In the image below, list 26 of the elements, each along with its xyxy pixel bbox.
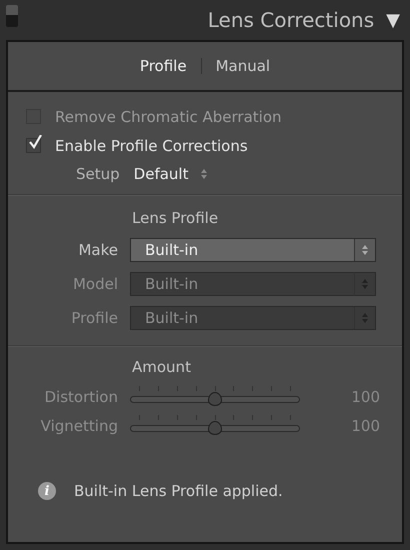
setup-label: Setup bbox=[76, 165, 120, 183]
collapse-toggle[interactable]: ▼ bbox=[386, 10, 400, 30]
tab[interactable]: Profile bbox=[140, 57, 187, 75]
setup-dropdown[interactable]: Default bbox=[134, 165, 208, 183]
info-icon: i bbox=[38, 482, 56, 500]
tab[interactable]: Manual bbox=[216, 57, 270, 75]
slider-label: Distortion bbox=[44, 388, 118, 406]
section-heading: Amount bbox=[131, 358, 192, 378]
field-label: Model bbox=[72, 275, 118, 293]
stepper-icon bbox=[200, 168, 208, 180]
checkbox-label: Remove Chromatic Aberration bbox=[55, 108, 282, 126]
panel-title: Lens Corrections bbox=[206, 8, 374, 32]
section-heading: Lens Profile bbox=[131, 209, 220, 229]
stepper-icon bbox=[361, 244, 369, 256]
info-message: Built-in Lens Profile applied. bbox=[74, 482, 283, 500]
panel-switch[interactable] bbox=[6, 5, 18, 27]
slider-label: Vignetting bbox=[40, 416, 118, 434]
field-label: Make bbox=[77, 241, 118, 259]
field-label: Profile bbox=[70, 309, 118, 327]
lens-dropdown[interactable]: Built-in bbox=[130, 238, 376, 262]
slider-value: 100 bbox=[350, 416, 380, 434]
checkbox[interactable] bbox=[26, 138, 41, 153]
stepper-icon bbox=[361, 312, 369, 324]
stepper-icon bbox=[361, 278, 369, 290]
checkbox-label: Enable Profile Corrections bbox=[55, 136, 248, 154]
slider-value: 100 bbox=[350, 388, 380, 406]
